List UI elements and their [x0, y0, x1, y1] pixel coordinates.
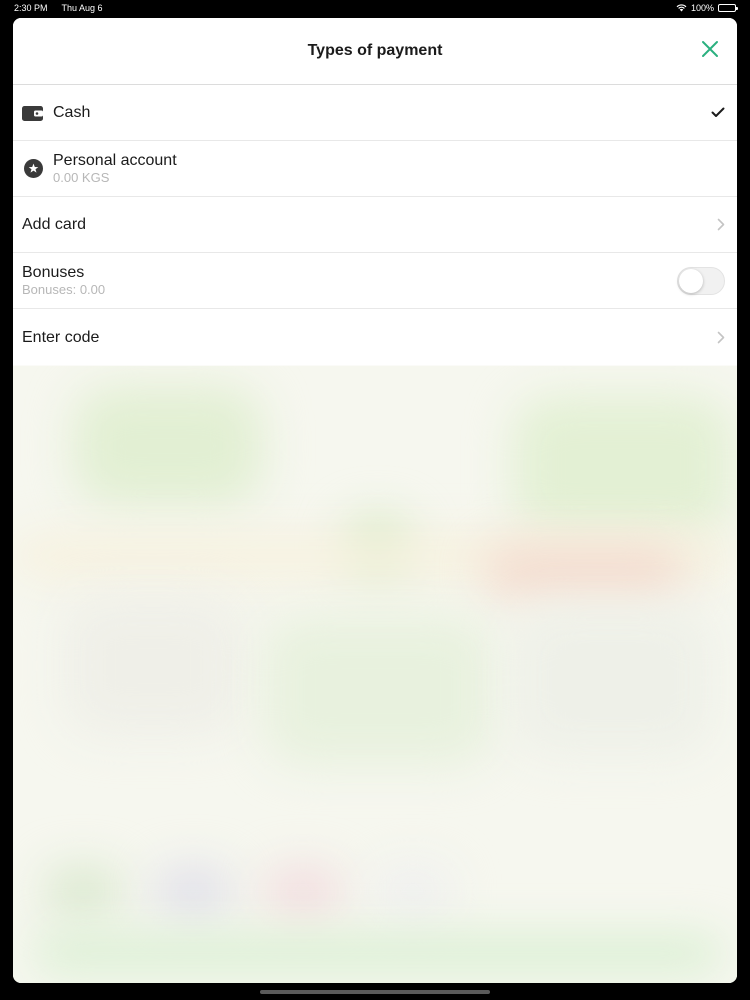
- bonuses-row: Bonuses Bonuses: 0.00: [13, 253, 737, 309]
- status-time: 2:30 PM: [14, 3, 48, 13]
- bonuses-toggle[interactable]: [677, 266, 725, 295]
- close-button[interactable]: [699, 38, 721, 60]
- enter-code-label: Enter code: [22, 328, 100, 346]
- payment-option-personal-account[interactable]: Personal account 0.00 KGS: [13, 141, 737, 197]
- payment-types-sheet: Types of payment Cash Personal account 0…: [13, 18, 737, 983]
- battery-icon: [718, 4, 738, 12]
- status-date: Thu Aug 6: [61, 3, 103, 13]
- bonuses-balance: Bonuses: 0.00: [22, 282, 106, 297]
- status-bar: 2:30 PM Thu Aug 6 100%: [0, 0, 750, 16]
- wallet-icon: [22, 102, 44, 124]
- personal-account-label: Personal account: [53, 152, 177, 169]
- cash-label: Cash: [53, 104, 91, 121]
- page-title: Types of payment: [307, 42, 443, 59]
- wifi-icon: [676, 4, 687, 12]
- bonuses-label: Bonuses: [22, 264, 85, 281]
- blurred-background: [13, 366, 737, 983]
- close-icon: [702, 41, 718, 57]
- personal-account-balance: 0.00 KGS: [53, 170, 110, 185]
- star-icon: [22, 158, 44, 180]
- enter-code-row[interactable]: Enter code: [13, 309, 737, 365]
- screen: 2:30 PM Thu Aug 6 100% Types of payment …: [0, 0, 750, 1000]
- add-card-label: Add card: [22, 216, 87, 233]
- payment-methods-list: Cash Personal account 0.00 KGS Add card …: [13, 85, 737, 365]
- check-icon: [711, 107, 725, 118]
- battery-percent: 100%: [690, 3, 714, 13]
- add-card-row[interactable]: Add card: [13, 197, 737, 253]
- home-indicator[interactable]: [260, 990, 490, 994]
- toggle-knob: [679, 268, 703, 293]
- sheet-header: Types of payment: [13, 18, 737, 85]
- chevron-right-icon: [717, 218, 725, 231]
- chevron-right-icon: [717, 331, 725, 344]
- payment-option-cash[interactable]: Cash: [13, 85, 737, 141]
